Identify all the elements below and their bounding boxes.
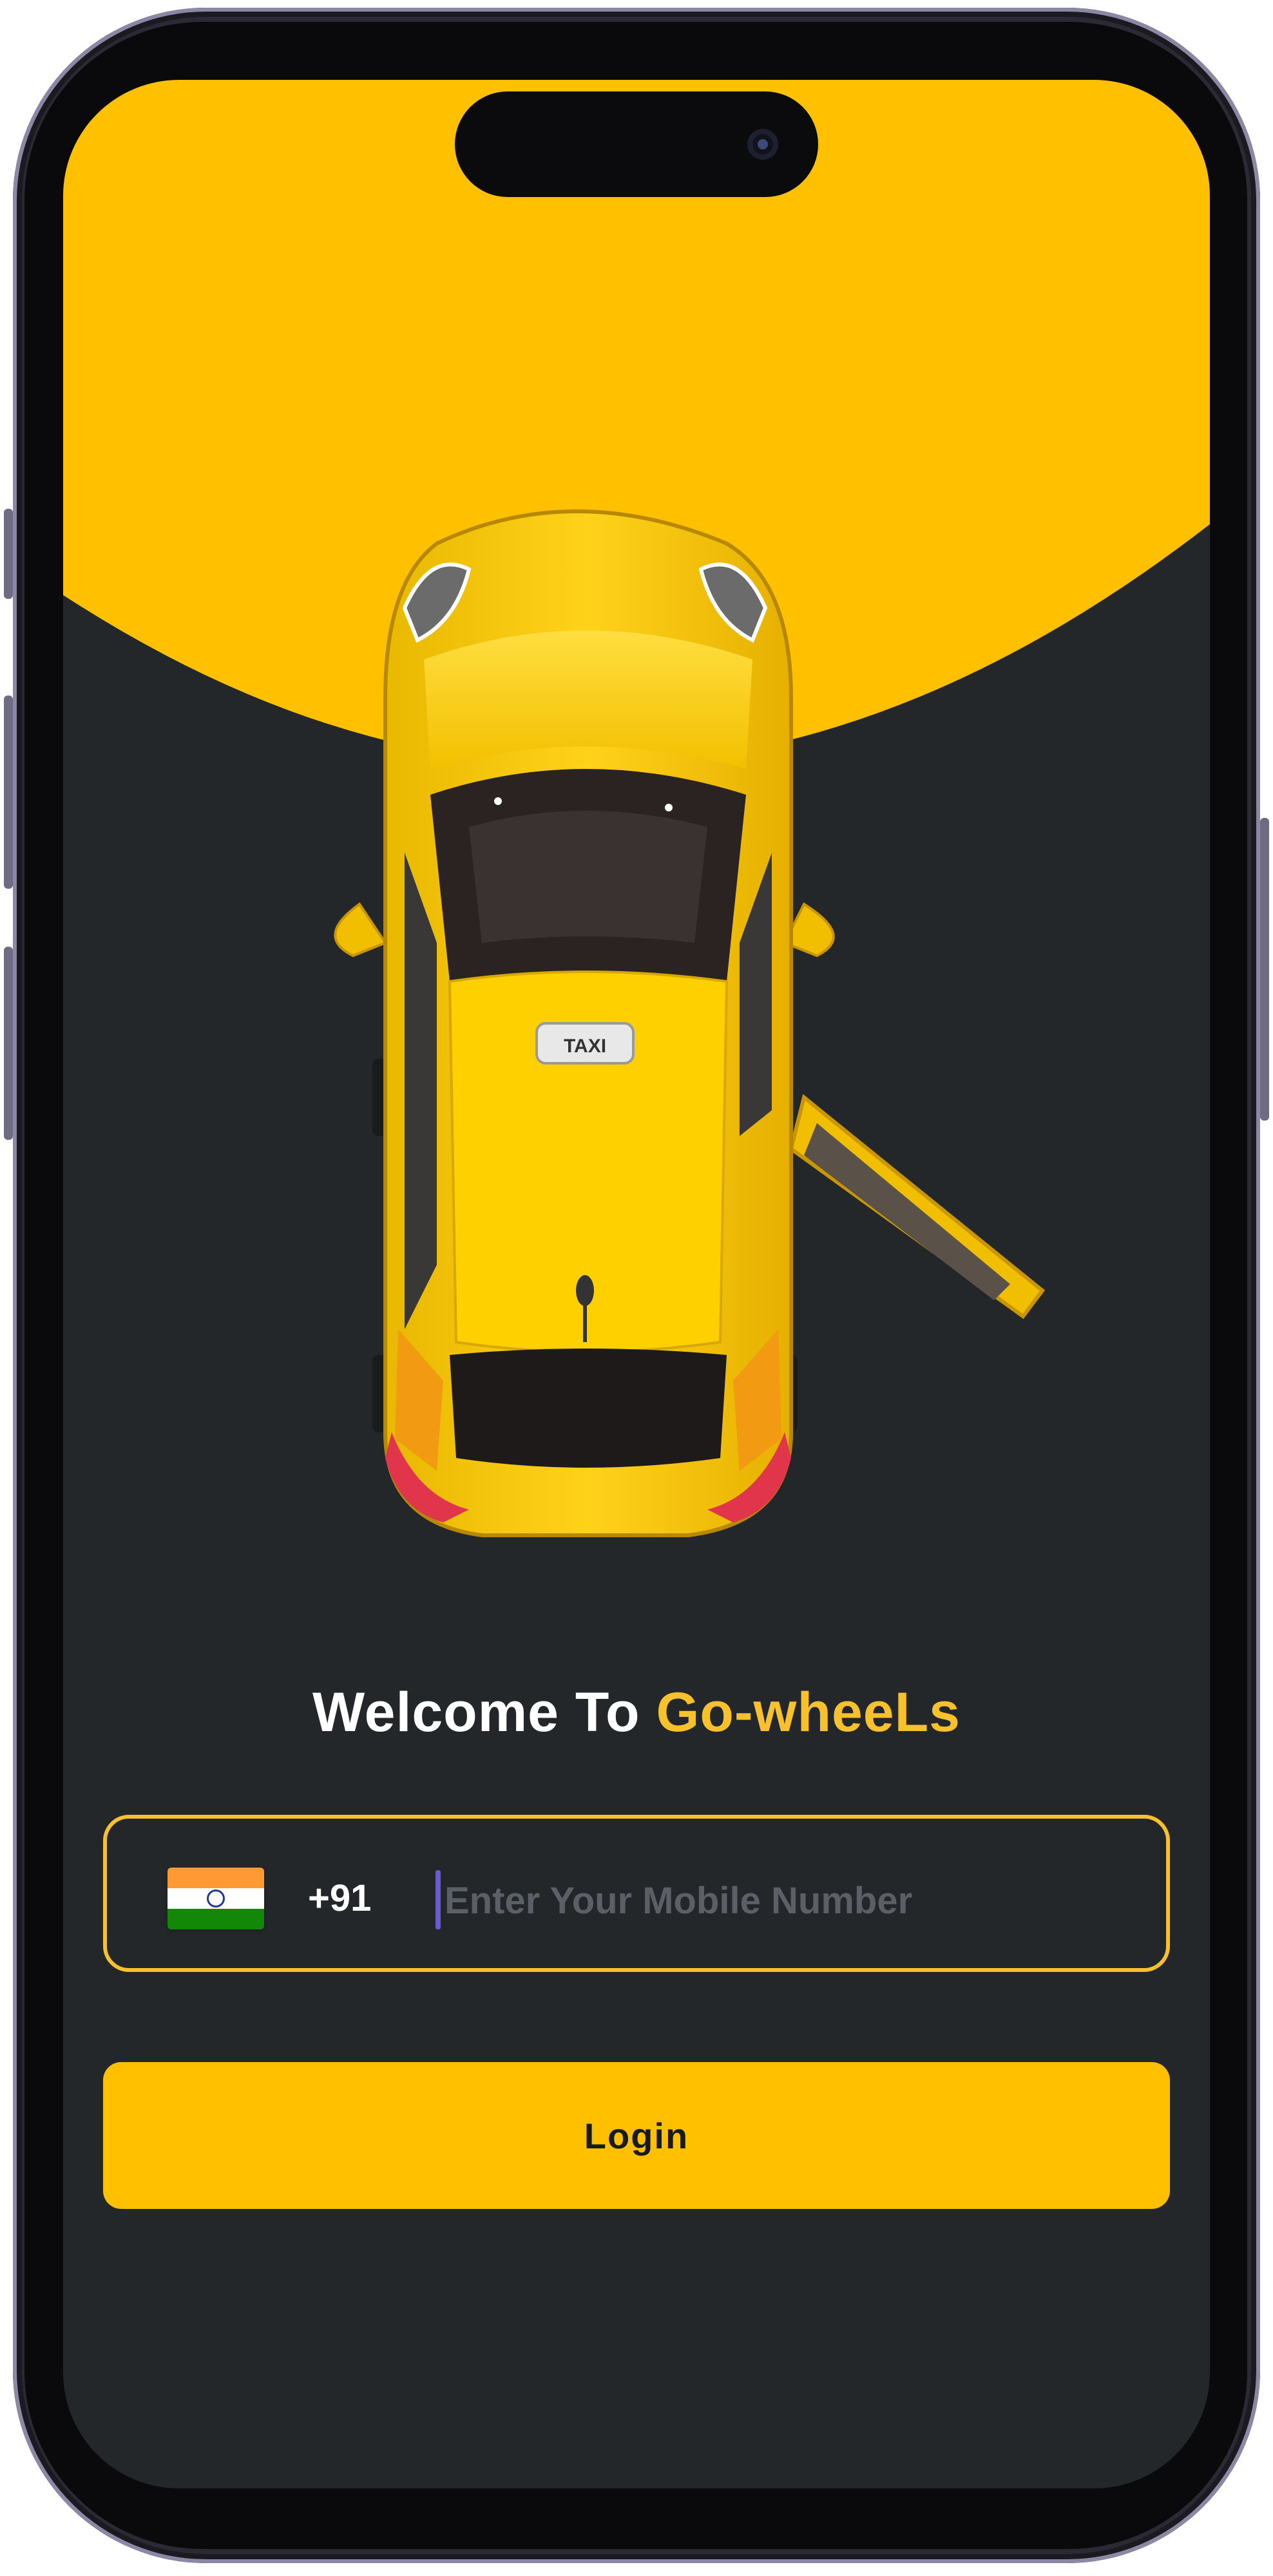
taxi-sign-text: TAXI [564, 1036, 606, 1057]
dynamic-island [455, 91, 818, 197]
brand-name: Go-wheeLs [656, 1681, 961, 1743]
volume-up-button [4, 696, 13, 889]
mobile-number-field[interactable]: +91 [103, 1815, 1170, 1972]
mute-switch [4, 509, 13, 599]
text-cursor [436, 1870, 441, 1929]
login-button[interactable]: Login [103, 2062, 1170, 2209]
country-code[interactable]: +91 [308, 1868, 371, 1929]
volume-down-button [4, 947, 13, 1140]
login-screen: TAXI Welcome To Go-wheeLs +91 Login [63, 80, 1210, 2488]
mobile-number-input[interactable] [443, 1866, 1142, 1935]
front-camera-icon [747, 129, 778, 160]
taxi-car-illustration: TAXI [334, 509, 1046, 1537]
welcome-heading: Welcome To Go-wheeLs [63, 1681, 1210, 1745]
open-door [789, 1094, 1046, 1320]
power-button [1260, 818, 1269, 1121]
india-flag-icon[interactable] [168, 1868, 264, 1929]
welcome-prefix: Welcome To [312, 1681, 640, 1743]
